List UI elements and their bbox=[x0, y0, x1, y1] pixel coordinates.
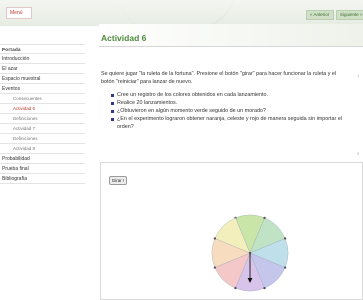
title-divider bbox=[99, 46, 363, 47]
sidebar-item-definiciones-2[interactable]: Definiciones bbox=[0, 134, 85, 144]
next-button[interactable]: Siguiente » bbox=[336, 10, 363, 20]
intro-line-2: botón "reiniciar" para lanzar de nuevo. bbox=[101, 79, 193, 85]
sidebar-nav: Portada Introducción El azar Espacio mue… bbox=[0, 44, 85, 184]
wheel-rim-dot bbox=[213, 237, 217, 240]
wheel-rim-dot bbox=[283, 266, 287, 269]
list-item-continuation: orden? bbox=[117, 124, 134, 130]
sidebar-item-bibliografia[interactable]: Bibliografía bbox=[0, 174, 85, 184]
roulette-applet: Girar ! bbox=[100, 162, 363, 300]
section-marker: 5 bbox=[357, 151, 360, 156]
list-item: ¿Obtuvieron en algún momento verde segui… bbox=[111, 107, 363, 115]
sidebar-item-consecuentes[interactable]: Consecuentes bbox=[0, 94, 85, 104]
sidebar-item-definiciones-1[interactable]: Definiciones bbox=[0, 114, 85, 124]
wheel-hub bbox=[248, 251, 252, 255]
sidebar-item-eventos[interactable]: Eventos bbox=[0, 84, 85, 94]
sidebar-item-actividad-8[interactable]: Actividad 8 bbox=[0, 144, 85, 154]
activity-content: Se quiere jugar "la ruleta de la fortuna… bbox=[101, 70, 363, 131]
sidebar-item-probabilidad[interactable]: Probabilidad bbox=[0, 154, 85, 164]
list-item: Cree un registro de los colores obtenido… bbox=[111, 91, 363, 99]
page-title: Actividad 6 bbox=[101, 33, 147, 43]
wheel-rim-dot bbox=[263, 216, 266, 220]
sidebar-item-introduccion[interactable]: Introducción bbox=[0, 54, 85, 64]
sidebar-item-actividad-7[interactable]: Actividad 7 bbox=[0, 124, 85, 134]
wheel-rim-dot bbox=[263, 286, 266, 290]
wheel-rim-dot bbox=[213, 266, 217, 269]
list-item-text: ¿En el experimento lograron obtener nara… bbox=[117, 116, 343, 122]
sidebar-item-actividad-6[interactable]: Actividad 6 bbox=[0, 104, 85, 114]
wheel-rim-dot bbox=[283, 237, 287, 240]
previous-button[interactable]: « Anterior bbox=[306, 10, 334, 20]
sidebar-item-el-azar[interactable]: El azar bbox=[0, 64, 85, 74]
instruction-list: Cree un registro de los colores obtenido… bbox=[101, 91, 363, 131]
top-bar: Menú « Anterior Siguiente » bbox=[0, 0, 363, 41]
menu-button[interactable]: Menú bbox=[6, 7, 32, 19]
wheel-rim-dot bbox=[234, 286, 237, 290]
spin-button[interactable]: Girar ! bbox=[109, 176, 127, 185]
intro-paragraph: Se quiere jugar "la ruleta de la fortuna… bbox=[101, 70, 363, 86]
sidebar-item-portada[interactable]: Portada bbox=[0, 44, 85, 54]
intro-line-1: Se quiere jugar "la ruleta de la fortuna… bbox=[101, 71, 337, 77]
list-item: Realice 20 lanzamientos. bbox=[111, 99, 363, 107]
roulette-wheel bbox=[211, 214, 289, 292]
sidebar-item-espacio-muestral[interactable]: Espacio muestral bbox=[0, 74, 85, 84]
list-item: ¿En el experimento lograron obtener nara… bbox=[111, 115, 363, 131]
sidebar-item-prueba-final[interactable]: Prueba final bbox=[0, 164, 85, 174]
